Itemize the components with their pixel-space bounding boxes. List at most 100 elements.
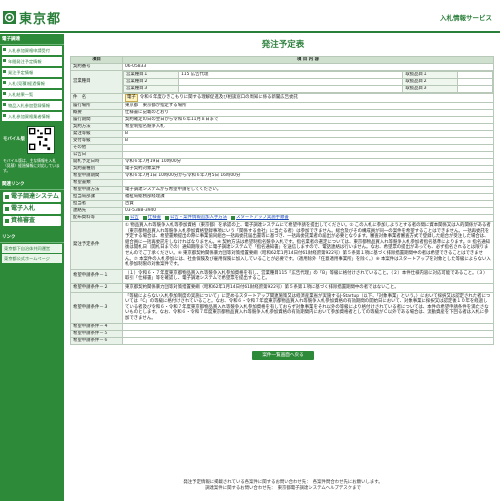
document-links: 公告 仕様書 公告・案件情報追加入手方法 スタートアップ実施手順書	[125, 216, 491, 221]
sidebar-section-title: リンク	[0, 232, 64, 243]
table-row: 開札予定日時 令和６年7月19日 10時00分	[70, 158, 494, 166]
table-row: 概要 仕様書に記載のとおり	[70, 109, 494, 117]
item-value	[457, 78, 493, 86]
sidebar-item-qualified-vendors[interactable]: 入札参加資格業者情報	[2, 112, 62, 121]
header-content: 項 目 内 容	[122, 56, 494, 64]
sidebar-link-official[interactable]: 東京都公式ホームページ	[2, 254, 62, 263]
row-label: 概要	[70, 109, 123, 117]
sidebar-item-annual-plan[interactable]: 年間発注予定情報	[2, 57, 62, 66]
table-row: 希望申請条件－４	[70, 322, 494, 331]
person-in-charge: 古賀	[122, 200, 494, 208]
sidebar-tab-e-procurement[interactable]: 電子調達システム(TOP)	[3, 192, 61, 210]
sidebar-link-municipal[interactable]: 東京都下自治体共同運営	[2, 244, 62, 253]
mobile-note: モバイル版は、主な情報を入札（見積）経過情報に対応しています。	[3, 158, 60, 173]
publish-date	[122, 151, 494, 159]
main-content: 発注予定表 項目 項 目 内 容 契約番号 06-05833 営業種目 営業種目１…	[70, 36, 496, 360]
table-row: 発注予定条件 ① 物品買入れ等競争入札等参加資格（東京都）を承認の上、電子調達シス…	[70, 221, 494, 270]
table-row: 希望申請方法 電子調達システムから希望申請をしてください。	[70, 186, 494, 194]
accept-grade: B	[122, 137, 494, 145]
application-condition-3: 「等級によらない入札参加制度の実施について」に定めるスタートアップ関連施策又は経…	[122, 291, 494, 324]
table-row: 契約方法 希望制指名競争入札	[70, 123, 494, 131]
table-row: 公告日	[70, 151, 494, 159]
row-label: 発注予定条件	[70, 221, 123, 270]
biz-value: 115 広告代理	[177, 71, 404, 79]
row-label: 希望申請方法	[70, 186, 123, 194]
row-label: 希望申請条件－４	[70, 322, 123, 331]
contract-method: 希望制指名競争入札	[122, 123, 494, 131]
row-label: 件 名	[70, 93, 123, 103]
footer-line: 調達案件に関するお問い合わせ先： 東京都電子調達システムヘルプデスクまで	[205, 486, 361, 491]
table-row: 希望申請条件－６	[70, 336, 494, 345]
footer: 発注予定情報に掲載されている各案件に関するお問い合わせ先： 各案件問合わせ先にお…	[70, 480, 496, 492]
doc-link-notice[interactable]: 公告	[125, 216, 139, 221]
mobile-qr-block: モバイル版	[3, 126, 61, 154]
biz-value	[177, 78, 404, 86]
logo-text: 東京都	[19, 12, 62, 27]
item-key: 取扱品目３	[402, 85, 459, 93]
row-label: 希望申請条件－３	[70, 291, 123, 324]
opening-datetime: 令和６年7月19日 10時00分	[122, 158, 494, 166]
sidebar-tab-qualification[interactable]: 資格審査	[3, 216, 61, 226]
doc-link-startup[interactable]: スタートアップ実施手順書	[231, 216, 289, 221]
site-header: 東京都 入札情報サービス	[0, 0, 500, 32]
row-label: 担当局部課	[70, 193, 123, 201]
sidebar-item-qualification[interactable]: 入札参加資格申請受付	[2, 46, 62, 55]
item-key: 取扱品目２	[402, 78, 459, 86]
row-label: 配布資料等	[70, 214, 123, 222]
sidebar: 電子調達 入札参加資格申請受付 年間発注予定情報 発注予定情報 入札(見積)経過…	[0, 34, 64, 501]
case-name: 令和６年度ひきこもりに関する理解促進及び相談窓口の周知に係る新聞広告委託	[139, 95, 298, 100]
sidebar-item-bid-progress[interactable]: 入札(見積)経過情報	[2, 79, 62, 88]
electronic-tag: 電子	[125, 94, 138, 102]
item-key: 取扱品目１	[402, 71, 459, 79]
table-row: 希望申請条件－２ 東京都契約関係暴力団等対策措置要綱（昭和62年1月14日付61財…	[70, 282, 494, 293]
row-label: 契約番号	[70, 63, 123, 71]
order-plan-table: 項目 項 目 内 容 契約番号 06-05833 営業種目 営業種目１ 115 広告…	[70, 56, 494, 345]
row-label: 希望申請期間	[70, 172, 123, 180]
row-label: 発注等級	[70, 130, 123, 138]
row-label: 契約方法	[70, 123, 123, 131]
row-label: 希望申請条件－２	[70, 282, 123, 293]
table-row: 件 名電子 令和６年度ひきこもりに関する理解促進及び相談窓口の周知に係る新聞広告委…	[70, 93, 494, 103]
table-row: 契約番号 06-05833	[70, 63, 494, 71]
delivery-period: 契約確定の日の翌日から令和６年11月８日まで	[122, 116, 494, 124]
delivery-place: 東京都 東京都が指定する場所	[122, 102, 494, 110]
row-label: 開札予定日時	[70, 158, 123, 166]
table-row: 連絡先 03-5388-3940	[70, 207, 494, 215]
table-row: その他	[70, 144, 494, 152]
table-row: 希望書類	[70, 179, 494, 187]
file-icon	[142, 216, 147, 220]
table-header: 項目 項 目 内 容	[70, 56, 494, 64]
row-label: 履行場所	[70, 102, 123, 110]
sidebar-section-title: 関連リンク	[0, 179, 64, 190]
tokyo-logo[interactable]: 東京都	[3, 8, 61, 27]
sidebar-item-bid-results[interactable]: 入札結果一覧	[2, 90, 62, 99]
row-label: 契約書種別	[70, 165, 123, 173]
row-label: 受付等級	[70, 137, 123, 145]
file-icon	[231, 216, 236, 220]
row-label: 希望申請条件－５	[70, 329, 123, 338]
application-condition-2: 東京都契約関係暴力団等対策措置要綱（昭和62年1月14日付61財経庶第922号）…	[122, 282, 494, 293]
doc-link-spec[interactable]: 仕様書	[142, 216, 161, 221]
row-label: 公告日	[70, 151, 123, 159]
sidebar-tab-e-bidding[interactable]: 電子入札	[3, 204, 61, 214]
application-docs	[122, 179, 494, 187]
row-label: 希望申請条件－６	[70, 336, 123, 345]
qr-code-icon	[26, 126, 55, 154]
application-condition-5	[122, 329, 494, 338]
business-type-table: 営業種目１ 115 広告代理 取扱品目１ 営業種目２ 取扱品目２ 営業種目３ 取扱品目３	[123, 71, 493, 93]
back-to-list-button[interactable]: 案件一覧画面へ戻る	[252, 350, 314, 360]
application-method: 電子調達システムから希望申請をしてください。	[122, 186, 494, 194]
sidebar-item-goods-registration[interactable]: 物品入札参加登録情報	[2, 101, 62, 110]
sidebar-section-title: 電子調達	[0, 34, 64, 45]
application-period: 令和６年7月1日 10時00分から令和６年7月5日 16時00分	[122, 172, 494, 180]
file-icon	[164, 216, 169, 220]
mobile-label: モバイル版	[3, 137, 25, 142]
item-value	[457, 71, 493, 79]
file-icon	[125, 216, 129, 220]
row-label: その他	[70, 144, 123, 152]
other	[122, 144, 494, 152]
summary: 仕様書に記載のとおり	[122, 109, 494, 117]
row-label: 希望書類	[70, 179, 123, 187]
doc-link-howto[interactable]: 公告・案件情報追加入手方法	[164, 216, 227, 221]
sidebar-item-order-plan[interactable]: 発注予定情報	[2, 68, 62, 77]
